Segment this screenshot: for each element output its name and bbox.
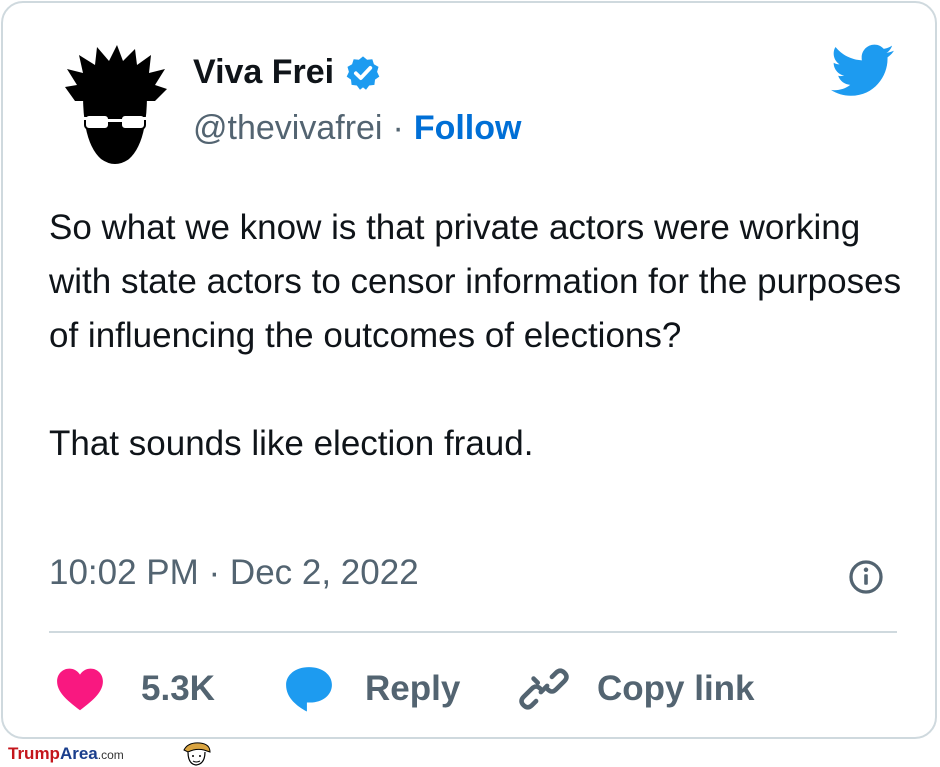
handle-row: @thevivafrei · Follow <box>193 109 521 148</box>
separator-dot: · <box>392 109 404 147</box>
author-row: Viva Frei <box>193 53 382 92</box>
verified-badge-icon <box>346 55 380 90</box>
watermark-text: .com <box>97 748 124 762</box>
watermark-logo: Trump Area .com <box>8 744 124 764</box>
watermark-text: Trump <box>8 744 60 763</box>
heart-icon <box>57 668 103 711</box>
follow-button[interactable]: Follow <box>414 109 522 148</box>
reply-button[interactable]: Reply <box>283 661 460 717</box>
copy-link-label: Copy link <box>597 669 755 708</box>
tweet-timestamp[interactable]: 10:02 PM · Dec 2, 2022 <box>49 553 419 593</box>
watermark-face-icon <box>183 742 211 766</box>
tweet-text: So what we know is that private actors w… <box>49 201 919 471</box>
avatar[interactable] <box>61 43 169 171</box>
tweet-paragraph: That sounds like election fraud. <box>49 424 534 463</box>
author-name[interactable]: Viva Frei <box>193 53 334 92</box>
like-button[interactable]: 5.3K <box>55 661 215 717</box>
copy-link-button[interactable]: Copy link <box>519 661 755 717</box>
reply-bubble-icon <box>286 667 332 712</box>
info-icon[interactable] <box>848 559 884 595</box>
link-icon <box>519 668 569 710</box>
like-count: 5.3K <box>141 669 215 708</box>
tweet-paragraph: So what we know is that private actors w… <box>49 208 902 355</box>
tweet-card: Viva Frei @thevivafrei · Follow So what … <box>1 1 937 739</box>
action-bar: 5.3K Reply Copy link <box>49 661 909 717</box>
twitter-bird-icon[interactable] <box>831 43 895 99</box>
author-handle[interactable]: @thevivafrei <box>193 109 382 148</box>
divider <box>49 631 897 633</box>
watermark-text: Area <box>59 744 98 763</box>
reply-label: Reply <box>365 669 461 708</box>
